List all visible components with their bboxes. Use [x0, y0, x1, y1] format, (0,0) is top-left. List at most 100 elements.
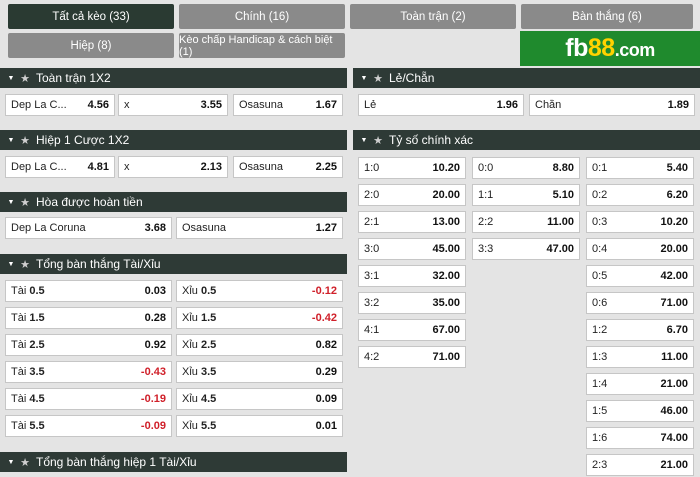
bet-label: Xỉu 2.5 — [182, 339, 217, 351]
tab-goals[interactable]: Bàn thắng (6) — [521, 4, 693, 29]
odds-cell[interactable]: Dep La C... 4.56 — [5, 94, 115, 116]
star-icon[interactable]: ★ — [18, 196, 32, 209]
odds-cell-score[interactable]: 0:1 5.40 — [586, 157, 694, 179]
odds-cell-under[interactable]: Xỉu 2.5 0.82 — [176, 334, 343, 356]
odds-cell-score[interactable]: 3:3 47.00 — [472, 238, 580, 260]
section-total-goals[interactable]: ▼ ★ Tổng bàn thắng Tài/Xỉu — [0, 254, 347, 274]
odds-cell-under[interactable]: Xỉu 4.5 0.09 — [176, 388, 343, 410]
star-icon[interactable]: ★ — [18, 134, 32, 147]
odds-cell-score[interactable]: 1:5 46.00 — [586, 400, 694, 422]
bet-odd: 10.20 — [660, 216, 688, 228]
bet-label: 1:4 — [592, 378, 608, 390]
bet-label: Tài 4.5 — [11, 393, 45, 405]
odds-cell-score[interactable]: 0:4 20.00 — [586, 238, 694, 260]
tab-handicap[interactable]: Kèo chấp Handicap & cách biệt (1) — [179, 33, 345, 58]
section-correct-score[interactable]: ▼ ★ Tỷ số chính xác — [353, 130, 700, 150]
bet-label: 1:1 — [478, 189, 494, 201]
odds-cell-over[interactable]: Tài 4.5 -0.19 — [5, 388, 172, 410]
odds-cell-over[interactable]: Tài 0.5 0.03 — [5, 280, 172, 302]
chevron-down-icon: ▼ — [7, 74, 15, 82]
tab-all-bets[interactable]: Tất cả kèo (33) — [8, 4, 174, 29]
section-draw-no-bet[interactable]: ▼ ★ Hòa được hoàn tiền — [0, 192, 347, 212]
odds-cell-score[interactable]: 1:3 11.00 — [586, 346, 694, 368]
odds-cell-score[interactable]: 2:1 13.00 — [358, 211, 466, 233]
odds-cell-under[interactable]: Xỉu 1.5 -0.42 — [176, 307, 343, 329]
star-icon[interactable]: ★ — [18, 72, 32, 85]
odds-cell-score[interactable]: 1:4 21.00 — [586, 373, 694, 395]
odds-cell-score[interactable]: 1:0 10.20 — [358, 157, 466, 179]
bet-label: Dep La Coruna — [11, 222, 86, 234]
odds-cell-score[interactable]: 3:2 35.00 — [358, 292, 466, 314]
bet-label: 4:1 — [364, 324, 380, 336]
section-fulltime-1x2[interactable]: ▼ ★ Toàn trận 1X2 — [0, 68, 347, 88]
odds-cell-score[interactable]: 1:2 6.70 — [586, 319, 694, 341]
bet-odd: 32.00 — [432, 270, 460, 282]
section-odd-even[interactable]: ▼ ★ Lẻ/Chẵn — [353, 68, 700, 88]
bet-odd: 3.68 — [144, 222, 166, 234]
bet-odd: -0.09 — [140, 420, 166, 432]
bet-label: x — [124, 99, 130, 111]
odds-cell[interactable]: Lẻ 1.96 — [358, 94, 524, 116]
odds-cell-score[interactable]: 0:0 8.80 — [472, 157, 580, 179]
bet-odd: 35.00 — [432, 297, 460, 309]
odds-cell-score[interactable]: 0:5 42.00 — [586, 265, 694, 287]
bet-odd: -0.19 — [140, 393, 166, 405]
odds-cell-over[interactable]: Tài 5.5 -0.09 — [5, 415, 172, 437]
bet-odd: 20.00 — [660, 243, 688, 255]
odds-cell-under[interactable]: Xỉu 3.5 0.29 — [176, 361, 343, 383]
bet-label: Xỉu 5.5 — [182, 420, 217, 432]
star-icon[interactable]: ★ — [18, 258, 32, 271]
bet-odd: 74.00 — [660, 432, 688, 444]
odds-cell-score[interactable]: 0:3 10.20 — [586, 211, 694, 233]
odds-cell-score[interactable]: 1:1 5.10 — [472, 184, 580, 206]
bet-label: Tài 1.5 — [11, 312, 45, 324]
bet-label: 1:3 — [592, 351, 608, 363]
odds-cell-under[interactable]: Xỉu 0.5 -0.12 — [176, 280, 343, 302]
odds-cell[interactable]: Chẵn 1.89 — [529, 94, 695, 116]
section-half1-1x2[interactable]: ▼ ★ Hiệp 1 Cược 1X2 — [0, 130, 347, 150]
odds-cell-score[interactable]: 1:6 74.00 — [586, 427, 694, 449]
odds-cell-score[interactable]: 2:0 20.00 — [358, 184, 466, 206]
odds-cell[interactable]: Dep La Coruna 3.68 — [5, 217, 172, 239]
odds-cell[interactable]: Dep La C... 4.81 — [5, 156, 115, 178]
bet-odd: 2.25 — [315, 161, 337, 173]
bet-odd: 71.00 — [660, 297, 688, 309]
odds-cell-score[interactable]: 0:6 71.00 — [586, 292, 694, 314]
odds-cell[interactable]: x 3.55 — [118, 94, 228, 116]
odds-cell-score[interactable]: 2:2 11.00 — [472, 211, 580, 233]
odds-cell-over[interactable]: Tài 1.5 0.28 — [5, 307, 172, 329]
bet-odd: 0.03 — [144, 285, 166, 297]
odds-cell-over[interactable]: Tài 3.5 -0.43 — [5, 361, 172, 383]
chevron-down-icon: ▼ — [360, 136, 368, 144]
bet-label: Tài 3.5 — [11, 366, 45, 378]
star-icon[interactable]: ★ — [371, 72, 385, 85]
bet-label: 3:3 — [478, 243, 494, 255]
odds-cell[interactable]: Osasuna 2.25 — [233, 156, 343, 178]
bet-label: 0:6 — [592, 297, 608, 309]
odds-cell-score[interactable]: 4:2 71.00 — [358, 346, 466, 368]
tab-half[interactable]: Hiệp (8) — [8, 33, 174, 58]
star-icon[interactable]: ★ — [18, 456, 32, 469]
odds-cell[interactable]: x 2.13 — [118, 156, 228, 178]
odds-cell-score[interactable]: 0:2 6.20 — [586, 184, 694, 206]
tab-main[interactable]: Chính (16) — [179, 4, 345, 29]
odds-cell-score[interactable]: 2:3 21.00 — [586, 454, 694, 476]
star-icon[interactable]: ★ — [371, 134, 385, 147]
section-total-goals-h1[interactable]: ▼ ★ Tổng bàn thắng hiệp 1 Tài/Xỉu — [0, 452, 347, 472]
bet-odd: 21.00 — [660, 378, 688, 390]
bet-odd: 0.28 — [144, 312, 166, 324]
odds-cell[interactable]: Osasuna 1.27 — [176, 217, 343, 239]
tab-fulltime[interactable]: Toàn trận (2) — [350, 4, 516, 29]
bet-odd: 0.92 — [144, 339, 166, 351]
odds-cell-score[interactable]: 3:0 45.00 — [358, 238, 466, 260]
bet-odd: 42.00 — [660, 270, 688, 282]
bet-label: 3:1 — [364, 270, 380, 282]
odds-cell-over[interactable]: Tài 2.5 0.92 — [5, 334, 172, 356]
odds-cell-score[interactable]: 4:1 67.00 — [358, 319, 466, 341]
bet-label: 2:2 — [478, 216, 494, 228]
odds-cell[interactable]: Osasuna 1.67 — [233, 94, 343, 116]
bet-label: Osasuna — [182, 222, 227, 234]
bet-odd: 4.81 — [87, 161, 109, 173]
odds-cell-under[interactable]: Xỉu 5.5 0.01 — [176, 415, 343, 437]
odds-cell-score[interactable]: 3:1 32.00 — [358, 265, 466, 287]
